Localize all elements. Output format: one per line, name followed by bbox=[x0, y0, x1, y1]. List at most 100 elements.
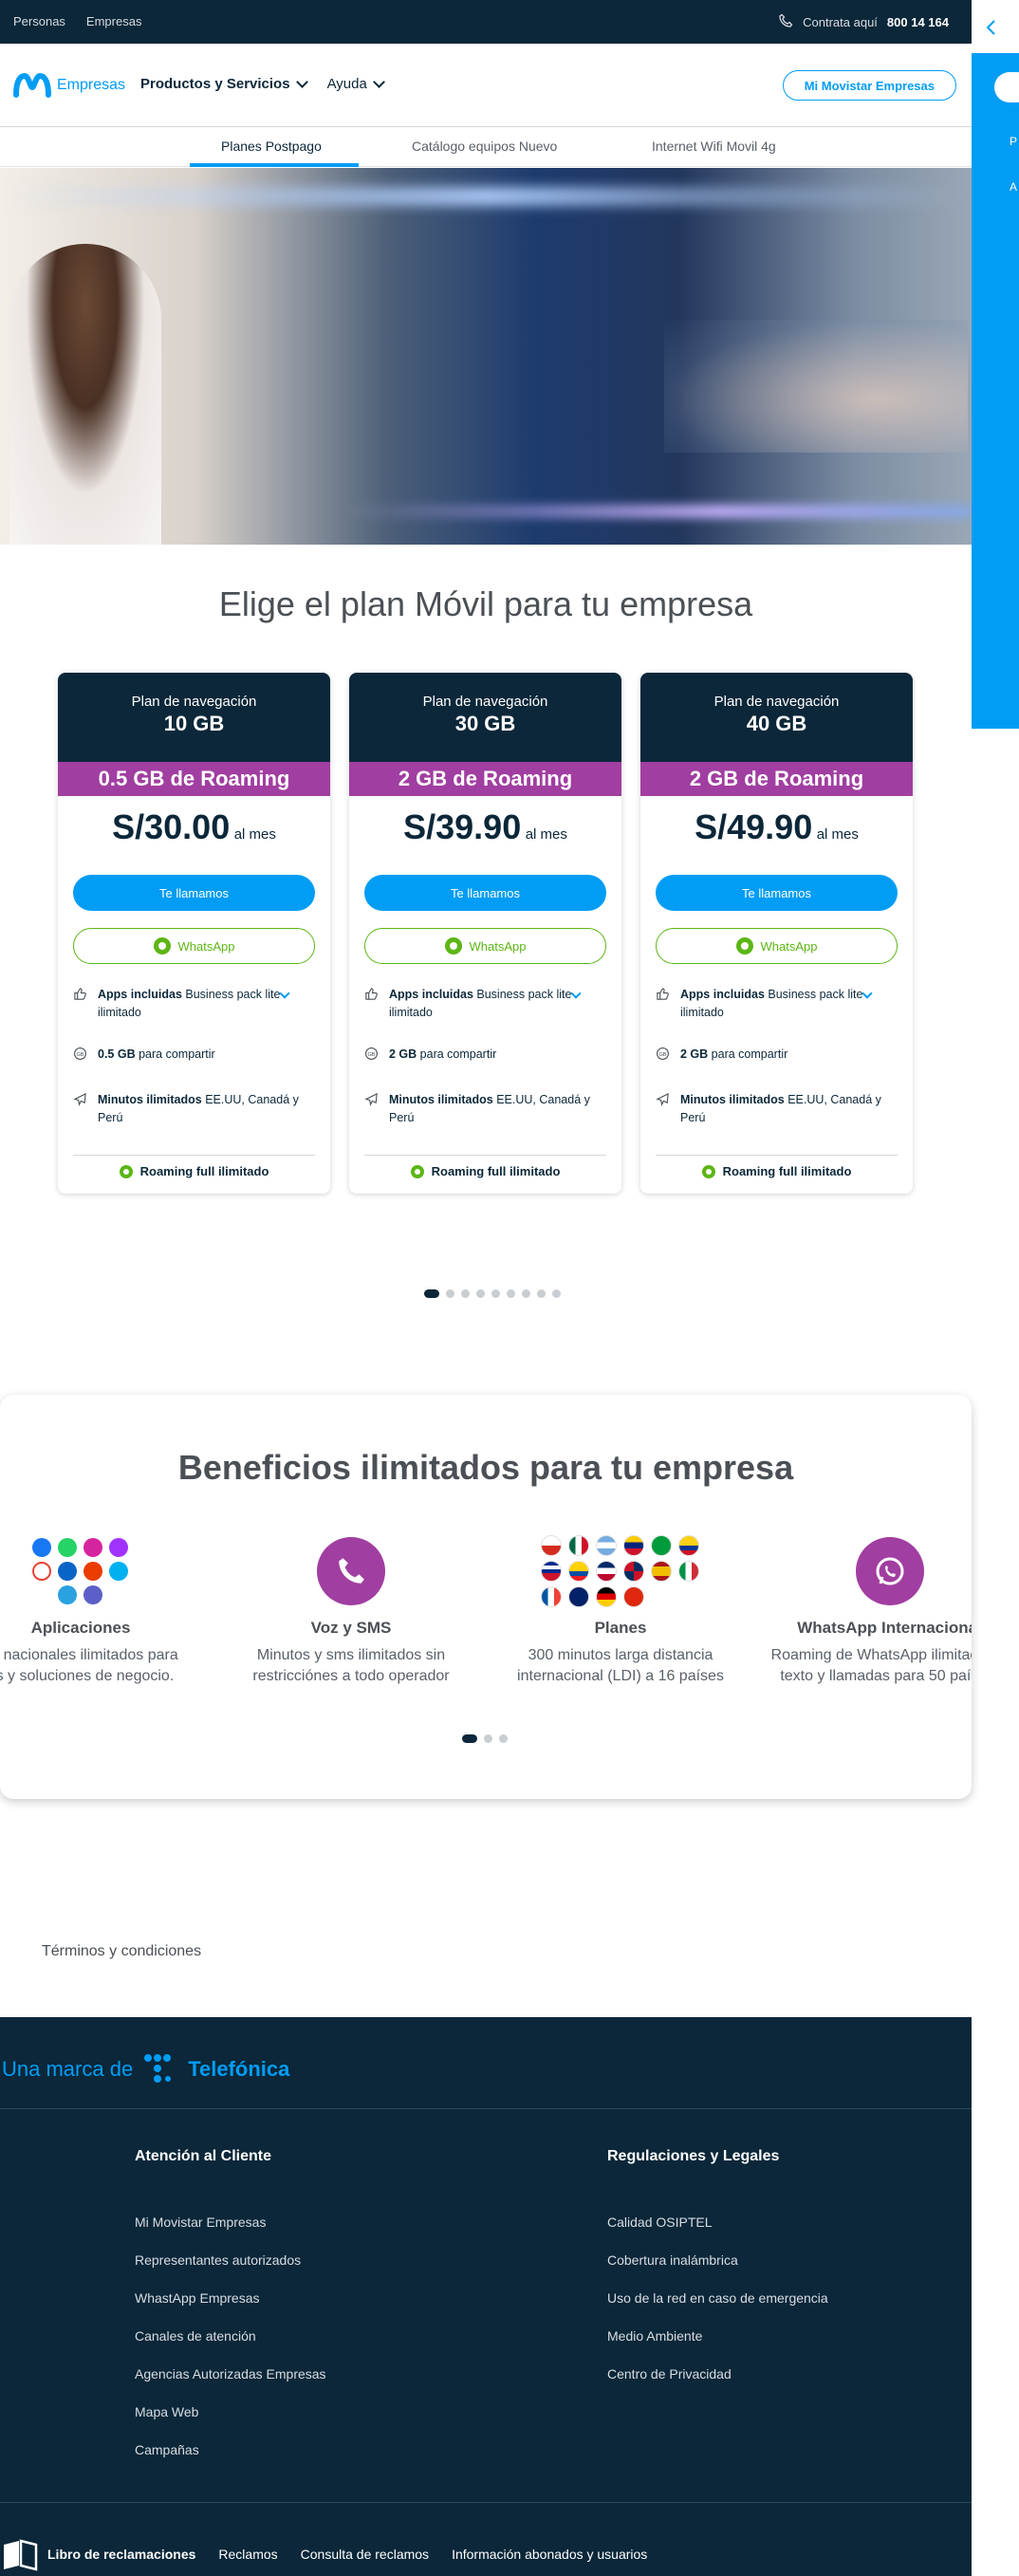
feature-apps[interactable]: Apps incluidas Business pack lite ilimit… bbox=[73, 986, 315, 1022]
benefit-desc-line: internacional (LDI) a 16 países bbox=[517, 1668, 724, 1684]
footer-link[interactable]: WhastApp Empresas bbox=[135, 2290, 326, 2308]
flag-uk-icon bbox=[567, 1586, 589, 1607]
tab-catalogo-equipos[interactable]: Catálogo equipos Nuevo bbox=[412, 139, 557, 154]
phone-icon bbox=[317, 1537, 385, 1605]
consulta-reclamos-link[interactable]: Consulta de reclamos bbox=[301, 2547, 429, 2562]
card-divider bbox=[656, 1155, 898, 1156]
whatsapp-button[interactable]: WhatsApp bbox=[364, 928, 606, 964]
libro-reclamaciones-link[interactable]: Libro de reclamaciones bbox=[0, 2537, 195, 2571]
flag-france-icon bbox=[540, 1586, 562, 1607]
carousel-dot[interactable] bbox=[484, 1734, 492, 1743]
footer-link[interactable]: Mapa Web bbox=[135, 2404, 326, 2422]
flags-icon-grid bbox=[540, 1535, 701, 1607]
hero-banner bbox=[0, 168, 972, 545]
benefits-title: Beneficios ilimitados para tu empresa bbox=[177, 1448, 794, 1487]
plan-gb: 30 GB bbox=[454, 712, 516, 735]
footer-link[interactable]: Calidad OSIPTEL bbox=[607, 2215, 828, 2233]
footer-link[interactable]: Cobertura inalámbrica bbox=[607, 2252, 828, 2270]
contact-link[interactable]: Contrata aquí 800 14 164 bbox=[778, 13, 949, 31]
feature-bold: 2 GB bbox=[389, 1047, 417, 1061]
nav-productos[interactable]: Productos y Servicios bbox=[140, 75, 308, 92]
libro-label: Libro de reclamaciones bbox=[47, 2547, 196, 2562]
movistar-logo[interactable]: Empresas bbox=[13, 72, 125, 99]
footer-link[interactable]: Centro de Privacidad bbox=[607, 2366, 828, 2384]
te-llamamos-button[interactable]: Te llamamos bbox=[73, 875, 315, 911]
tab-planes-postpago[interactable]: Planes Postpago bbox=[221, 139, 322, 154]
nav-ayuda[interactable]: Ayuda bbox=[327, 75, 385, 92]
carousel-dot[interactable] bbox=[552, 1289, 561, 1298]
personas-link[interactable]: Personas bbox=[13, 14, 65, 28]
telegram-icon bbox=[57, 1585, 77, 1604]
feature-share: GB 2 GB para compartir bbox=[656, 1046, 898, 1066]
carousel-dot[interactable] bbox=[462, 1734, 477, 1743]
plan-price-amount: S/49.90 bbox=[695, 807, 813, 846]
office-icon bbox=[83, 1562, 102, 1581]
benefits-carousel-dots[interactable] bbox=[462, 1734, 508, 1743]
mi-movistar-button[interactable]: Mi Movistar Empresas bbox=[782, 70, 956, 101]
side-panel[interactable]: P A bbox=[972, 53, 1019, 729]
collapse-arrow-icon[interactable] bbox=[981, 17, 1002, 38]
whatsapp-button[interactable]: WhatsApp bbox=[656, 928, 898, 964]
reclamos-link[interactable]: Reclamos bbox=[218, 2547, 277, 2562]
footer-link[interactable]: Representantes autorizados bbox=[135, 2252, 326, 2270]
side-panel-label-1: P bbox=[1010, 135, 1018, 148]
whatsapp-icon bbox=[410, 1164, 424, 1178]
plan-card: Plan de navegación 30 GB 2 GB de Roaming… bbox=[349, 673, 621, 1194]
carousel-dot[interactable] bbox=[537, 1289, 546, 1298]
plan-price-amount: S/30.00 bbox=[112, 807, 231, 846]
apps-icon-grid bbox=[31, 1538, 130, 1604]
carousel-dot[interactable] bbox=[461, 1289, 470, 1298]
carousel-dot[interactable] bbox=[491, 1289, 500, 1298]
facebook-icon bbox=[31, 1538, 51, 1557]
footer-link[interactable]: Campañas bbox=[135, 2442, 326, 2460]
messenger-icon bbox=[108, 1538, 128, 1557]
feature-apps[interactable]: Apps incluidas Business pack lite ilimit… bbox=[656, 986, 898, 1022]
telefonica-brand[interactable]: Una marca de Telefónica bbox=[2, 2051, 289, 2087]
plans-carousel-dots[interactable] bbox=[424, 1289, 561, 1298]
whatsapp-button[interactable]: WhatsApp bbox=[73, 928, 315, 964]
flag-mexico-icon bbox=[567, 1535, 589, 1556]
plan-price-period: al mes bbox=[233, 826, 276, 843]
airplane-icon bbox=[656, 1092, 671, 1127]
flag-dominican-icon bbox=[622, 1561, 644, 1582]
carousel-dot[interactable] bbox=[522, 1289, 530, 1298]
footer-link[interactable]: Agencias Autorizadas Empresas bbox=[135, 2366, 326, 2384]
feature-apps[interactable]: Apps incluidas Business pack lite ilimit… bbox=[364, 986, 606, 1022]
feature-bold: Apps incluidas bbox=[680, 988, 765, 1001]
feature-bold: Apps incluidas bbox=[389, 988, 473, 1001]
te-llamamos-button[interactable]: Te llamamos bbox=[364, 875, 606, 911]
te-llamamos-button[interactable]: Te llamamos bbox=[656, 875, 898, 911]
skype-icon bbox=[108, 1562, 128, 1581]
flag-ecuador-icon bbox=[567, 1561, 589, 1582]
footer-link[interactable]: Uso de la red en caso de emergencia bbox=[607, 2290, 828, 2308]
plan-subtitle: Plan de navegación bbox=[713, 694, 840, 710]
plan-price-amount: S/39.90 bbox=[403, 807, 522, 846]
carousel-dot[interactable] bbox=[424, 1289, 439, 1298]
airplane-icon bbox=[364, 1092, 380, 1127]
carousel-dot[interactable] bbox=[499, 1734, 508, 1743]
top-bar: Personas Empresas Contrata aquí 800 14 1… bbox=[0, 0, 972, 44]
info-abonados-link[interactable]: Información abonados y usuarios bbox=[452, 2547, 647, 2562]
benefit-name: Voz y SMS bbox=[310, 1619, 392, 1637]
plan-subtitle: Plan de navegación bbox=[422, 694, 548, 710]
footer-link[interactable]: Canales de atención bbox=[135, 2328, 326, 2346]
empresas-link[interactable]: Empresas bbox=[86, 14, 142, 28]
carousel-dot[interactable] bbox=[446, 1289, 454, 1298]
feature-text: para compartir bbox=[419, 1047, 497, 1061]
footer-link[interactable]: Medio Ambiente bbox=[607, 2328, 828, 2346]
terms-link[interactable]: Términos y condiciones bbox=[42, 1943, 201, 1960]
carousel-dot[interactable] bbox=[507, 1289, 515, 1298]
svg-text:GB: GB bbox=[367, 1052, 375, 1058]
share-data-icon: GB bbox=[656, 1047, 671, 1066]
feature-minutes: Minutos ilimitados EE.UU, Canadá y Perú bbox=[73, 1091, 315, 1127]
whatsapp-button-label: WhatsApp bbox=[469, 938, 527, 954]
footer-link[interactable]: Mi Movistar Empresas bbox=[135, 2215, 326, 2233]
side-panel-toggle[interactable] bbox=[994, 72, 1019, 102]
card-divider bbox=[73, 1155, 315, 1156]
flag-spain-icon bbox=[650, 1561, 672, 1582]
flag-argentina-icon bbox=[595, 1535, 617, 1556]
tab-internet-wifi[interactable]: Internet Wifi Movil 4g bbox=[652, 139, 776, 154]
phone-icon bbox=[778, 13, 793, 31]
benefit-voz-sms: Voz y SMS Minutos y sms ilimitados sin r… bbox=[223, 1533, 479, 1687]
carousel-dot[interactable] bbox=[476, 1289, 485, 1298]
